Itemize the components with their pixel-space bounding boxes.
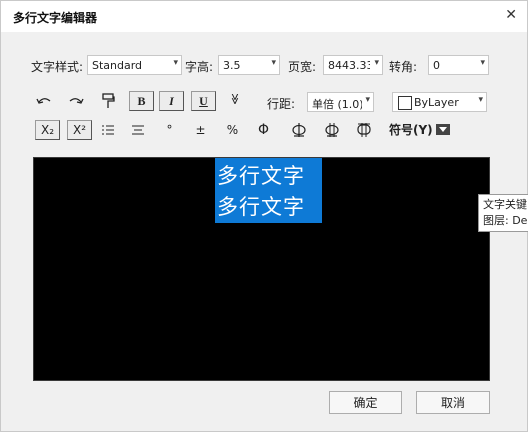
underline-button[interactable]: U [191,91,216,111]
plus-minus-symbol-button[interactable]: ± [188,120,213,140]
text-height-label: 字高: [185,60,214,74]
redo-button[interactable] [63,91,88,111]
close-icon[interactable]: ✕ [505,7,517,23]
symbol-menu-label: 符号(Y) [389,122,433,137]
steel-grade-4-button[interactable] [351,120,376,140]
format-painter-button[interactable] [95,91,120,111]
bullet-list-button[interactable] [125,120,150,140]
rotation-label: 转角: [389,60,418,74]
bold-button[interactable]: B [129,91,154,111]
page-width-value: 8443.33 [328,59,370,72]
steel-grade-3-button[interactable] [319,120,344,140]
steel-grade-2-icon [291,123,306,137]
dialog-title: 多行文字编辑器 [13,11,98,25]
text-line-2: 多行文字 [217,195,305,219]
percent-symbol-button[interactable]: % [220,120,245,140]
steel-grade-4-icon [356,123,371,137]
line-spacing-combo[interactable]: 单倍 (1.0) ▾ [307,92,374,112]
dropdown-arrow-icon [435,123,450,135]
chevron-down-icon: ▾ [478,95,483,105]
text-style-value: Standard [92,59,143,72]
chevron-down-icon: ▾ [480,58,485,68]
line-spacing-value: 单倍 (1.0) [312,98,362,111]
numbered-list-icon [101,125,114,135]
text-height-combo[interactable]: 3.5 ▾ [218,55,280,75]
steel-grade-2-button[interactable] [286,120,311,140]
title-bar: 多行文字编辑器 ✕ [1,1,527,32]
tooltip: 文字关键 图层: De [478,194,528,232]
layer-value: ByLayer [414,96,459,109]
subscript-button[interactable]: X₂ [35,120,60,140]
text-height-value: 3.5 [223,59,241,72]
ok-button[interactable]: 确定 [329,391,402,414]
layer-color-combo[interactable]: ByLayer ▾ [392,92,487,112]
text-line-1: 多行文字 [217,164,305,188]
selected-text-highlight: 多行文字 多行文字 [215,158,322,223]
cancel-button[interactable]: 取消 [416,391,490,414]
rotation-value: 0 [433,59,440,72]
page-width-label: 页宽: [288,60,317,74]
undo-button[interactable] [31,91,56,111]
more-options-button[interactable]: ≫ [226,87,246,112]
bullet-list-icon [131,125,144,135]
tooltip-line-2: 图层: De [483,214,528,227]
chevron-down-icon: ▾ [365,95,370,105]
chevron-down-icon: ▾ [374,58,379,68]
symbol-menu-button[interactable]: 符号(Y) [389,119,450,139]
tooltip-line-1: 文字关键 [483,198,527,211]
steel-grade-3-icon [324,123,339,137]
line-spacing-label: 行距: [267,97,296,111]
degree-symbol-button[interactable]: ° [157,120,182,140]
redo-icon [69,98,84,104]
diameter-symbol-button[interactable]: Φ [251,120,276,140]
superscript-button[interactable]: X² [67,120,92,140]
chevron-down-icon: ▾ [271,58,276,68]
undo-icon [35,98,50,104]
text-style-label: 文字样式: [31,60,84,74]
text-style-combo[interactable]: Standard ▾ [87,55,182,75]
format-painter-icon [101,93,115,108]
multiline-text-editor-dialog: 多行文字编辑器 ✕ 文字样式: Standard ▾ 字高: 3.5 ▾ 页宽:… [0,0,528,432]
numbered-list-button[interactable] [95,120,120,140]
text-editor-area[interactable]: 多行文字 多行文字 [33,157,490,381]
italic-button[interactable]: I [159,91,184,111]
rotation-combo[interactable]: 0 ▾ [428,55,489,75]
chevron-down-icon: ▾ [173,58,178,68]
color-swatch [398,96,412,110]
page-width-combo[interactable]: 8443.33 ▾ [323,55,383,75]
